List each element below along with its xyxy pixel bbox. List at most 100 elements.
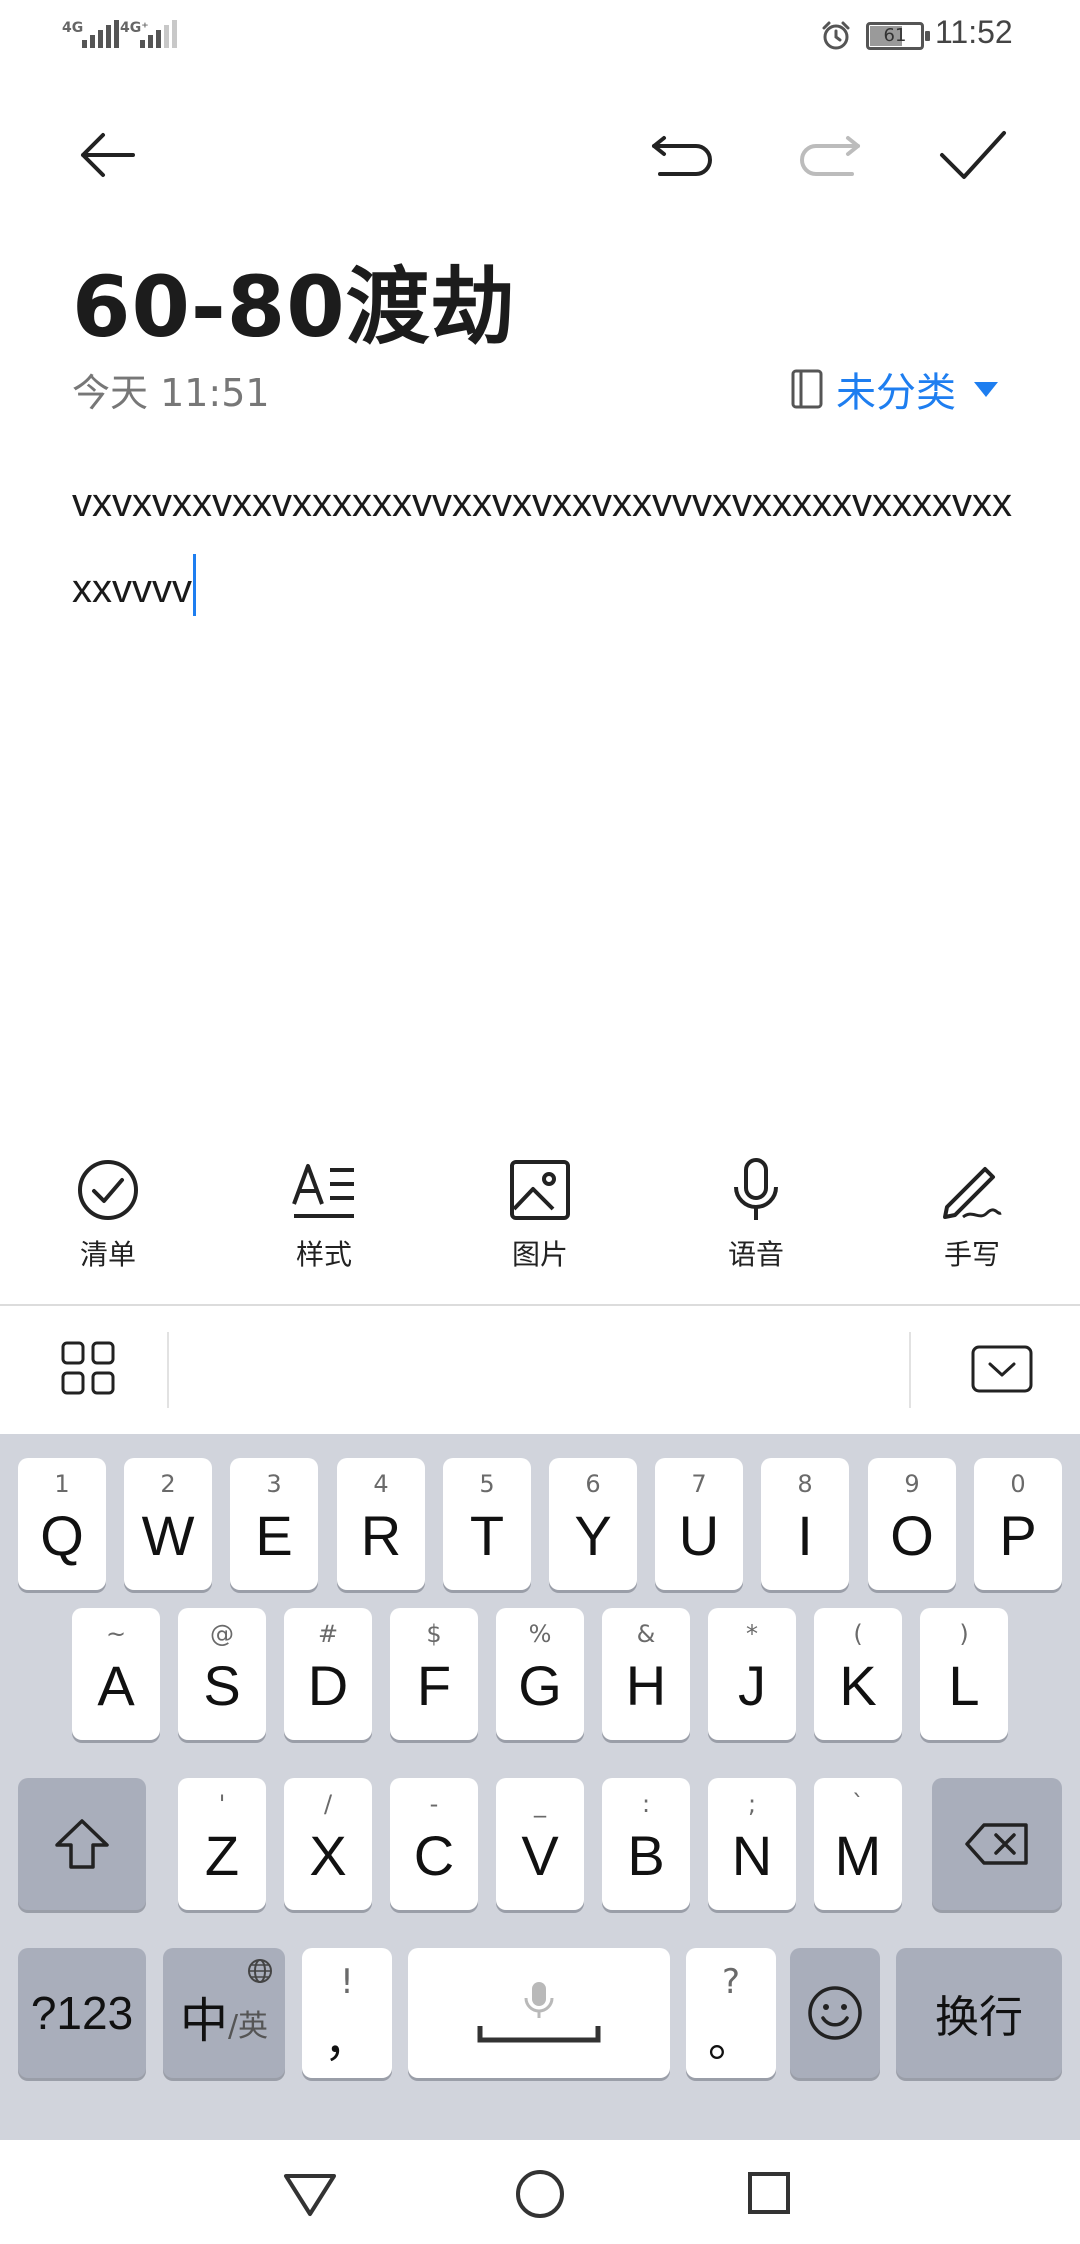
editor-toolbar: [0, 100, 1080, 210]
nav-recents-button[interactable]: [746, 2170, 792, 2220]
text-cursor: [193, 554, 196, 616]
key-b[interactable]: :B: [602, 1778, 690, 1910]
key-j[interactable]: * J: [708, 1608, 796, 1740]
key-hint: 2: [160, 1470, 176, 1498]
numbers-symbols-key[interactable]: ?123: [18, 1948, 146, 2078]
lang-main-label: 中: [179, 1993, 228, 2049]
key-f[interactable]: $ F: [390, 1608, 478, 1740]
nav-home-circle-icon: [516, 2170, 564, 2218]
enter-key[interactable]: 换行: [896, 1948, 1062, 2078]
key-e[interactable]: 3E: [230, 1458, 318, 1590]
key-r[interactable]: 4R: [337, 1458, 425, 1590]
alarm-icon: [822, 21, 850, 50]
globe-icon: [248, 1959, 272, 1983]
key-c[interactable]: -C: [390, 1778, 478, 1910]
key-p[interactable]: 0P: [974, 1458, 1062, 1590]
system-navigation-bar: [0, 2140, 1080, 2244]
enter-key-label: 换行: [935, 1992, 1023, 2043]
note-body-text: vxvxvxxvxxvxxxxxxvvxxvxvxxvxxvvvxvxxxxxv…: [72, 481, 1012, 611]
key-o[interactable]: 9O: [868, 1458, 956, 1590]
key-label: I: [797, 1503, 813, 1567]
period-key[interactable]: ? 。: [686, 1948, 776, 2078]
key-label: H: [625, 1653, 667, 1717]
key-x[interactable]: / X: [284, 1778, 372, 1910]
sim1-signal: 4G: [62, 16, 119, 48]
tool-handwriting[interactable]: 手写: [864, 1155, 1080, 1285]
key-label: V: [521, 1823, 559, 1887]
key-hint: %: [528, 1620, 552, 1648]
space-mic-icon: [477, 1982, 601, 2043]
ime-menu-button[interactable]: [60, 1340, 116, 1400]
key-d[interactable]: # D: [284, 1608, 372, 1740]
key-g[interactable]: % G: [496, 1608, 584, 1740]
key-label: A: [97, 1653, 135, 1717]
key-k[interactable]: (K: [814, 1608, 902, 1740]
key-y[interactable]: 6Y: [549, 1458, 637, 1590]
tool-checklist-label: 清单: [79, 1238, 136, 1271]
key-hint: &: [636, 1620, 656, 1648]
back-button[interactable]: [62, 110, 152, 200]
shift-key[interactable]: [18, 1778, 146, 1910]
key-t[interactable]: 5T: [443, 1458, 531, 1590]
key-label: B: [627, 1823, 665, 1887]
key-label: N: [731, 1823, 773, 1887]
category-selector[interactable]: 未分类: [790, 360, 998, 418]
key-hint: 1: [54, 1470, 70, 1498]
emoji-smiley-icon: [808, 1986, 862, 2040]
redo-button[interactable]: [784, 110, 874, 200]
backspace-key[interactable]: [932, 1778, 1062, 1910]
lang-sub-label: /英: [227, 2009, 269, 2044]
key-a[interactable]: ~ A: [72, 1608, 160, 1740]
battery-indicator: 61: [866, 22, 930, 50]
tool-image[interactable]: 图片: [432, 1155, 648, 1285]
space-key[interactable]: [408, 1948, 670, 2078]
nav-back-button[interactable]: [282, 2170, 338, 2222]
key-q[interactable]: 1Q: [18, 1458, 106, 1590]
note-body-editor[interactable]: vxvxvxxvxxvxxxxxxvvxxvxvxxvxxvvvxvxxxxxv…: [72, 460, 1012, 632]
checkmark-icon: [940, 131, 1006, 179]
key-hint: 7: [691, 1470, 707, 1498]
emoji-key[interactable]: [790, 1948, 880, 2078]
key-z[interactable]: ' Z: [178, 1778, 266, 1910]
period-label: 。: [708, 2014, 754, 2066]
key-hint: $: [426, 1620, 442, 1648]
save-confirm-button[interactable]: [928, 110, 1018, 200]
key-i[interactable]: 8I: [761, 1458, 849, 1590]
key-m[interactable]: ` M: [814, 1778, 902, 1910]
key-l[interactable]: ) L: [920, 1608, 1008, 1740]
note-title[interactable]: 60-80渡劫: [72, 240, 516, 361]
nav-home-button[interactable]: [514, 2168, 566, 2224]
key-hint: 5: [479, 1470, 495, 1498]
tool-style-label: 样式: [295, 1238, 352, 1271]
tool-voice[interactable]: 语音: [648, 1155, 864, 1285]
handwriting-pen-icon: [943, 1167, 1002, 1219]
key-u[interactable]: 7U: [655, 1458, 743, 1590]
chevron-down-icon: [974, 381, 998, 397]
key-n[interactable]: ; N: [708, 1778, 796, 1910]
key-hint: 6: [585, 1470, 601, 1498]
key-label: Q: [40, 1503, 84, 1567]
key-hint: 3: [266, 1470, 282, 1498]
key-w[interactable]: 2W: [124, 1458, 212, 1590]
undo-button[interactable]: [638, 110, 728, 200]
key-label: E: [255, 1503, 293, 1567]
status-time: 11:52: [935, 14, 1013, 50]
numbers-key-label: ?123: [30, 1987, 134, 2039]
key-h[interactable]: & H: [602, 1608, 690, 1740]
key-label: T: [469, 1503, 505, 1567]
hide-keyboard-button[interactable]: [970, 1344, 1034, 1398]
key-label: R: [360, 1503, 402, 1567]
key-s[interactable]: @ S: [178, 1608, 266, 1740]
tool-style[interactable]: 样式: [216, 1155, 432, 1285]
sim1-network-label: 4G: [62, 20, 84, 36]
key-hint: _: [534, 1790, 546, 1818]
comma-key[interactable]: ! ，: [302, 1948, 392, 2078]
period-hint: ?: [721, 1962, 741, 2002]
key-v[interactable]: _ V: [496, 1778, 584, 1910]
ime-toolbar: [0, 1306, 1080, 1434]
sim2-network-label: 4G⁺: [120, 20, 149, 36]
language-switch-key[interactable]: 中 /英: [163, 1948, 285, 2078]
ime-separator: [909, 1332, 911, 1408]
tool-checklist[interactable]: 清单: [0, 1155, 216, 1285]
key-label: D: [307, 1653, 349, 1717]
